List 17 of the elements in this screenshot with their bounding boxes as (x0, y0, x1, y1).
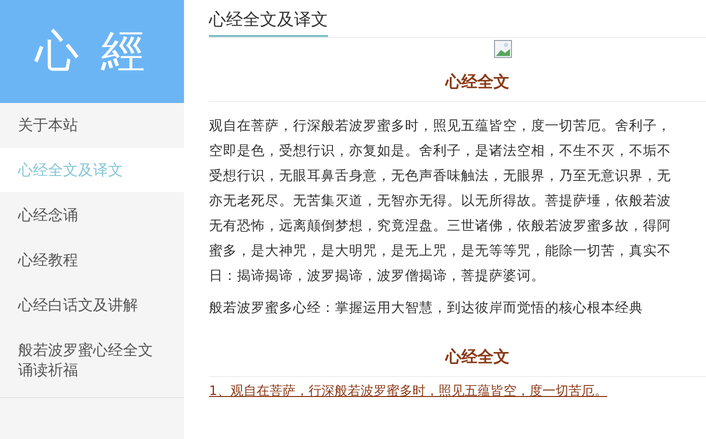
sidebar-item[interactable]: 心经白话文及讲解 (0, 283, 184, 328)
section-heading: 心经全文 (446, 347, 510, 368)
summary-text: 般若波罗蜜多心经：掌握运用大智慧，到达彼岸而觉悟的核心根本经典 (209, 299, 644, 317)
verse-line: 空即是色，受想行识，亦复如是。舍利子，是诸法空相，不生不灭，不垢不 (209, 142, 672, 161)
verse-link[interactable]: 1、观自在菩萨，行深般若波罗蜜多时，照见五蕴皆空，度一切苦厄。 (209, 383, 706, 401)
broken-image-icon (494, 40, 512, 58)
verse-line: 日：揭谛揭谛，波罗揭谛，波罗僧揭谛，菩提萨婆诃。 (209, 267, 546, 286)
verse-line: 蜜多，是大神咒，是大明咒，是无上咒，是无等等咒，能除一切苦，真实不 (209, 242, 672, 261)
verse-line: 受想行识，无眼耳鼻舌身意，无色声香味触法，无眼界，乃至无意识界，无 (209, 167, 672, 186)
sidebar-item[interactable]: 心经念诵 (0, 193, 184, 238)
sidebar-item[interactable]: 心经教程 (0, 238, 184, 283)
page-title: 心经全文及译文 (209, 8, 328, 37)
sidebar-item[interactable]: 般若波罗蜜心经全文诵读祈福 (0, 328, 184, 393)
verse-line: 观自在菩萨，行深般若波罗蜜多时，照见五蕴皆空，度一切苦厄。舍利子， (209, 117, 672, 136)
verse-line: 亦无老死尽。无苦集灭道，无智亦无得。以无所得故。菩提萨埵，依般若波 (209, 192, 672, 211)
section-heading: 心经全文 (446, 72, 510, 93)
verse-line: 无有恐怖，远离颠倒梦想，究竟涅盘。三世诸佛，依般若波罗蜜多故，得阿 (209, 217, 672, 236)
